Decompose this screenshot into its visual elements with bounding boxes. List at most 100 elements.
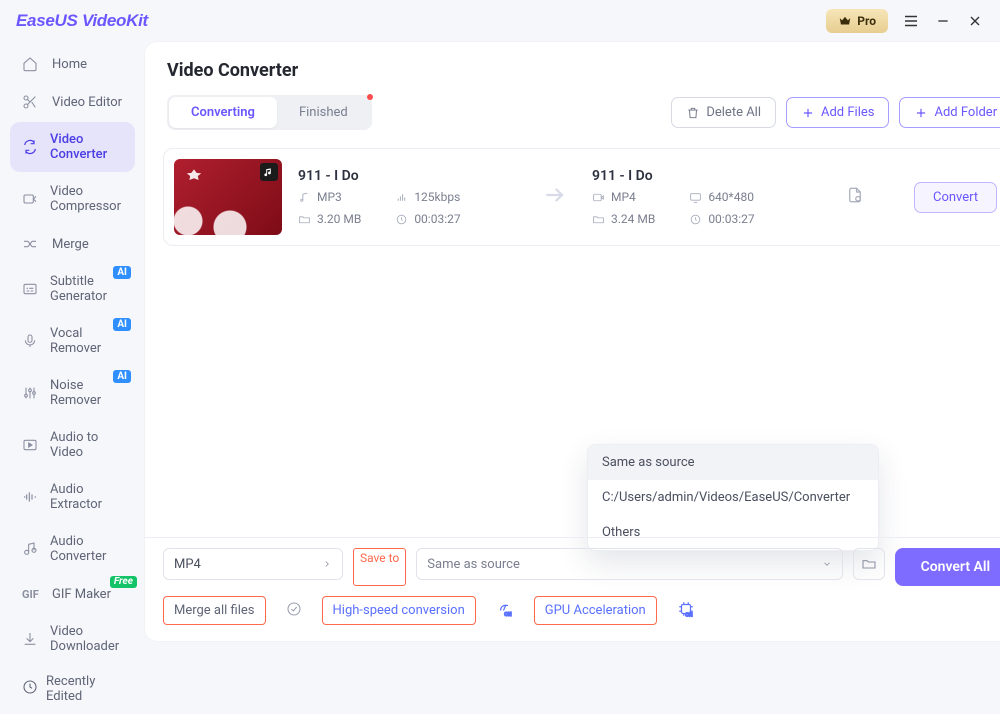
sidebar-item-audio-converter[interactable]: Audio Converter: [10, 524, 135, 574]
add-files-button[interactable]: Add Files: [786, 97, 889, 128]
page-title: Video Converter: [145, 42, 1000, 89]
scissors-icon: [22, 94, 40, 110]
delete-all-label: Delete All: [706, 105, 761, 120]
folder-icon: [861, 556, 877, 572]
sidebar-item-label: Merge: [52, 237, 89, 252]
file-row: 911 - I Do MP3 3.20 MB 125kbps 00:03:27: [163, 148, 1000, 246]
minimize-button[interactable]: [934, 12, 952, 30]
menu-icon: [902, 12, 920, 30]
source-info: 911 - I Do MP3 3.20 MB 125kbps 00:03:27: [298, 168, 518, 226]
arrow-right-icon: [534, 182, 576, 212]
sidebar-item-label: Noise Remover: [50, 378, 123, 408]
sidebar-item-home[interactable]: Home: [10, 46, 135, 82]
sidebar-item-label: Audio Converter: [50, 534, 123, 564]
play-box-icon: [22, 437, 38, 453]
home-icon: [22, 56, 40, 72]
add-files-label: Add Files: [821, 105, 874, 120]
output-settings-button[interactable]: [828, 186, 882, 208]
sidebar-item-label: Video Downloader: [50, 624, 123, 654]
src-bitrate: 125kbps: [414, 190, 460, 204]
mic-icon: [22, 333, 38, 349]
save-to-select[interactable]: Same as source: [416, 548, 842, 580]
waveform-icon: [22, 489, 38, 505]
sidebar-item-audio-to-video[interactable]: Audio to Video: [10, 420, 135, 470]
sidebar-item-vocal-remover[interactable]: Vocal Remover AI: [10, 316, 135, 366]
dest-title: 911 - I Do: [592, 168, 812, 184]
monitor-icon: [689, 191, 702, 204]
ai-badge: AI: [113, 318, 131, 331]
sidebar-item-label: Video Editor: [52, 95, 122, 110]
gpu-acceleration-label: GPU Acceleration: [545, 603, 646, 618]
sidebar-item-video-converter[interactable]: Video Converter: [10, 122, 135, 172]
plus-icon: [914, 106, 928, 120]
folder-icon: [592, 213, 605, 226]
bars-icon: [395, 191, 408, 204]
convert-button[interactable]: Convert: [914, 182, 997, 213]
pro-label: Pro: [857, 14, 876, 28]
app-brand: EaseUS VideoKit: [16, 11, 148, 31]
subtitle-icon: [22, 281, 38, 297]
src-size: 3.20 MB: [317, 212, 361, 226]
close-icon: [967, 13, 983, 29]
sidebar-item-label: Vocal Remover: [50, 326, 123, 356]
pro-button[interactable]: Pro: [826, 9, 888, 33]
close-button[interactable]: [966, 12, 984, 30]
menu-button[interactable]: [902, 12, 920, 30]
delete-all-button[interactable]: Delete All: [671, 97, 776, 128]
titlebar: EaseUS VideoKit Pro: [0, 0, 1000, 42]
sidebar-item-video-downloader[interactable]: Video Downloader: [10, 614, 135, 664]
sidebar-item-subtitle-generator[interactable]: Subtitle Generator AI: [10, 264, 135, 314]
open-folder-button[interactable]: [853, 548, 885, 580]
tab-finished-label: Finished: [299, 105, 348, 120]
sliders-icon: [22, 385, 38, 401]
ai-badge: AI: [113, 266, 131, 279]
dropdown-item-same-as-source[interactable]: Same as source: [588, 445, 878, 480]
sidebar-item-gif-maker[interactable]: GIF GIF Maker Free: [10, 576, 135, 612]
dst-size: 3.24 MB: [611, 212, 655, 226]
tabbar: Converting Finished: [167, 95, 372, 130]
speed-on-icon: ON: [488, 600, 522, 622]
sidebar-item-video-editor[interactable]: Video Editor: [10, 84, 135, 120]
sidebar-item-merge[interactable]: Merge: [10, 226, 135, 262]
gpu-acceleration-toggle[interactable]: GPU Acceleration: [534, 596, 657, 625]
sidebar-item-video-compressor[interactable]: Video Compressor: [10, 174, 135, 224]
src-duration: 00:03:27: [414, 212, 460, 226]
notification-dot-icon: [367, 94, 373, 100]
dropdown-item-path[interactable]: C:/Users/admin/Videos/EaseUS/Converter: [588, 480, 878, 515]
thumbnail[interactable]: [174, 159, 282, 235]
plus-icon: [801, 106, 815, 120]
sidebar-item-noise-remover[interactable]: Noise Remover AI: [10, 368, 135, 418]
video-icon: [592, 191, 605, 204]
tab-finished[interactable]: Finished: [277, 97, 370, 128]
toolbar: Converting Finished Delete All Add Files: [145, 89, 1000, 142]
sidebar-item-label: Audio Extractor: [50, 482, 123, 512]
convert-all-button[interactable]: Convert All: [895, 548, 1000, 586]
tab-converting[interactable]: Converting: [169, 97, 277, 128]
folder-icon: [298, 213, 311, 226]
svg-text:ON: ON: [685, 612, 693, 618]
high-speed-toggle[interactable]: High-speed conversion: [322, 596, 476, 625]
clock-icon: [689, 213, 702, 226]
output-format-select[interactable]: MP4: [163, 548, 343, 580]
chip-on-icon: ON: [669, 600, 703, 622]
minimize-icon: [935, 13, 951, 29]
add-folder-button[interactable]: Add Folder: [899, 97, 1000, 128]
free-badge: Free: [110, 576, 137, 588]
audio-badge-icon: [260, 163, 278, 181]
recently-edited-button[interactable]: Recently Edited: [10, 664, 135, 714]
save-to-label: Save to: [353, 548, 406, 586]
dst-resolution: 640*480: [708, 190, 754, 204]
chevron-right-icon: [322, 559, 332, 569]
merge-all-files-toggle[interactable]: Merge all files: [163, 596, 266, 625]
sidebar-item-label: GIF Maker: [52, 587, 111, 602]
recently-edited-label: Recently Edited: [46, 674, 123, 704]
sidebar-item-label: Video Compressor: [50, 184, 123, 214]
content-panel: Video Converter Converting Finished Dele…: [145, 42, 1000, 641]
crown-icon: [838, 14, 852, 28]
trash-icon: [686, 106, 700, 120]
sidebar-item-label: Video Converter: [50, 132, 123, 162]
src-format: MP3: [317, 190, 342, 204]
sidebar-item-audio-extractor[interactable]: Audio Extractor: [10, 472, 135, 522]
svg-text:ON: ON: [504, 611, 512, 617]
save-to-value: Same as source: [427, 557, 520, 572]
